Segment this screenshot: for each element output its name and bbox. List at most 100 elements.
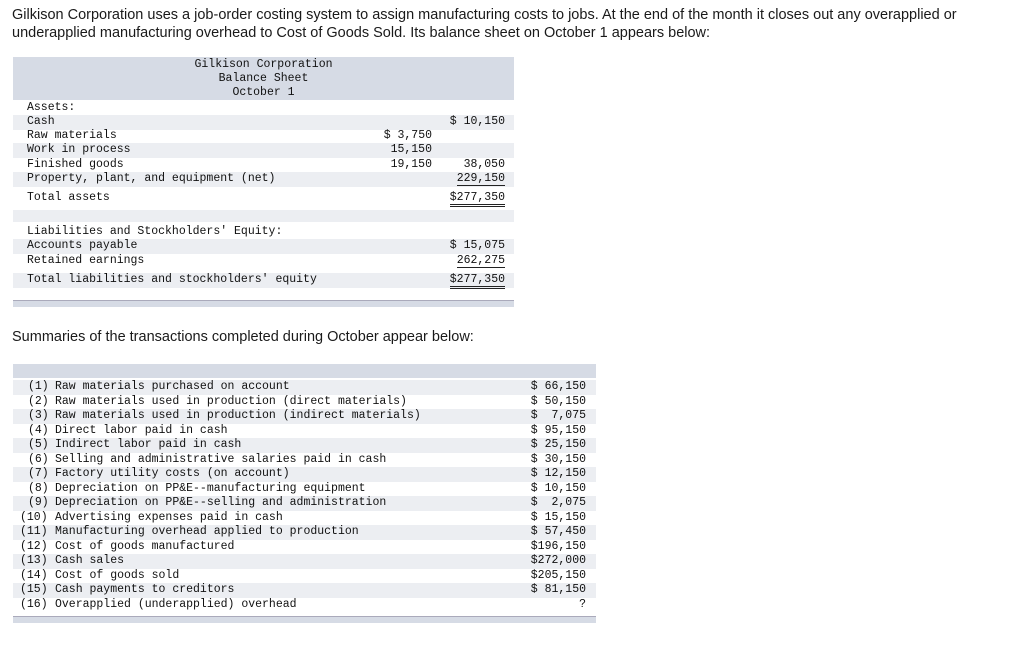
work-in-process-row: Work in process 15,150 bbox=[13, 143, 514, 158]
transaction-number: (9) bbox=[28, 496, 49, 509]
transaction-number: (5) bbox=[28, 438, 49, 451]
row-total: $ 15,075 bbox=[449, 239, 505, 252]
row-label: Total liabilities and stockholders' equi… bbox=[27, 273, 317, 286]
transaction-description: Indirect labor paid in cash bbox=[55, 438, 242, 451]
transaction-number: (6) bbox=[28, 452, 49, 466]
transaction-number: (3) bbox=[28, 409, 49, 422]
row-label: Retained earnings bbox=[27, 254, 145, 267]
transaction-row: (5) Indirect labor paid in cash $ 25,150 bbox=[13, 438, 596, 453]
transaction-amount: $ 15,150 bbox=[530, 510, 586, 524]
transaction-description: Cost of goods manufactured bbox=[55, 539, 235, 553]
balance-sheet-table: Gilkison Corporation Balance Sheet Octob… bbox=[13, 57, 514, 307]
transaction-amount: $ 2,075 bbox=[530, 496, 586, 509]
transaction-amount: $ 25,150 bbox=[530, 438, 586, 451]
transaction-description: Overapplied (underapplied) overhead bbox=[55, 597, 297, 611]
transaction-description: Selling and administrative salaries paid… bbox=[55, 452, 387, 466]
transaction-description: Depreciation on PP&E--manufacturing equi… bbox=[55, 481, 366, 495]
balance-sheet-footer bbox=[13, 300, 514, 307]
transaction-description: Cash sales bbox=[55, 554, 125, 567]
transaction-description: Raw materials used in production (indire… bbox=[55, 409, 421, 422]
transaction-number: (1) bbox=[28, 380, 49, 393]
transaction-number: (16) bbox=[20, 597, 48, 611]
assets-header-row: Assets: bbox=[13, 101, 514, 116]
transaction-amount: ? bbox=[579, 597, 586, 611]
transaction-amount: $ 12,150 bbox=[530, 467, 586, 480]
transaction-row: (7) Factory utility costs (on account) $ 1… bbox=[13, 467, 596, 482]
accounts-payable-row: Accounts payable $ 15,075 bbox=[13, 239, 514, 254]
transaction-number: (14) bbox=[20, 568, 48, 582]
transaction-description: Cost of goods sold bbox=[55, 568, 180, 582]
liabilities-header-row: Liabilities and Stockholders' Equity: bbox=[13, 225, 514, 240]
row-total: $277,350 bbox=[449, 191, 505, 207]
total-assets-row: Total assets $277,350 bbox=[13, 191, 514, 207]
transaction-row: (16) Overapplied (underapplied) overhead? bbox=[13, 598, 596, 613]
row-label: Finished goods bbox=[27, 158, 124, 171]
transaction-amount: $ 7,075 bbox=[530, 409, 586, 422]
transaction-row: (2) Raw materials used in production (dir… bbox=[13, 395, 596, 410]
row-label: Raw materials bbox=[27, 129, 117, 142]
transaction-description: Raw materials purchased on account bbox=[55, 380, 290, 393]
transaction-amount: $ 57,450 bbox=[530, 525, 586, 538]
transaction-row: (14) Cost of goods sold $205,150 bbox=[13, 569, 596, 584]
transaction-number: (15) bbox=[20, 583, 48, 596]
transaction-description: Cash payments to creditors bbox=[55, 583, 235, 596]
transaction-description: Factory utility costs (on account) bbox=[55, 467, 290, 480]
transaction-description: Raw materials used in production (direct… bbox=[55, 394, 407, 408]
transaction-row: (4) Direct labor paid in cash $ 95,150 bbox=[13, 424, 596, 439]
transaction-number: (13) bbox=[20, 554, 48, 567]
row-amount: 19,150 bbox=[390, 158, 432, 171]
assets-header: Assets: bbox=[27, 101, 76, 114]
transaction-number: (8) bbox=[28, 481, 49, 495]
row-total: 38,050 bbox=[463, 158, 505, 171]
transaction-number: (7) bbox=[28, 467, 49, 480]
transaction-row: (13) Cash sales $272,000 bbox=[13, 554, 596, 569]
row-label: Cash bbox=[27, 115, 55, 128]
transaction-number: (10) bbox=[20, 510, 48, 524]
liabilities-header: Liabilities and Stockholders' Equity: bbox=[27, 225, 283, 238]
transaction-description: Direct labor paid in cash bbox=[55, 423, 228, 437]
transaction-amount: $ 66,150 bbox=[530, 380, 586, 393]
row-amount: 15,150 bbox=[390, 143, 432, 156]
transaction-amount: $ 50,150 bbox=[530, 394, 586, 408]
cash-row: Cash $ 10,150 bbox=[13, 115, 514, 130]
balance-sheet-header: Gilkison Corporation Balance Sheet Octob… bbox=[13, 57, 514, 100]
row-total: $ 10,150 bbox=[449, 115, 505, 128]
raw-materials-row: Raw materials $ 3,750 bbox=[13, 129, 514, 144]
row-amount: $ 3,750 bbox=[383, 129, 432, 142]
company-name: Gilkison Corporation bbox=[194, 58, 333, 71]
finished-goods-row: Finished goods 19,150 38,050 bbox=[13, 158, 514, 173]
transaction-row: (6) Selling and administrative salaries p… bbox=[13, 453, 596, 468]
total-liabilities-row: Total liabilities and stockholders' equi… bbox=[13, 273, 514, 289]
transactions-table: (1) Raw materials purchased on account $ 6… bbox=[13, 364, 596, 624]
transaction-number: (12) bbox=[20, 539, 48, 553]
statement-name: Balance Sheet bbox=[218, 72, 309, 85]
transactions-footer bbox=[13, 616, 596, 623]
transaction-amount: $196,150 bbox=[530, 539, 586, 553]
row-total: 229,150 bbox=[456, 172, 505, 186]
transaction-number: (11) bbox=[20, 525, 48, 538]
row-label: Work in process bbox=[27, 143, 131, 156]
transaction-amount: $205,150 bbox=[530, 568, 586, 582]
spacer-row bbox=[13, 210, 514, 222]
transaction-row: (8) Depreciation on PP&E--manufacturing e… bbox=[13, 482, 596, 497]
transaction-row: (9) Depreciation on PP&E--selling and adm… bbox=[13, 496, 596, 511]
transactions-intro: Summaries of the transactions completed … bbox=[12, 329, 474, 345]
row-label: Total assets bbox=[27, 191, 110, 204]
statement-date: October 1 bbox=[232, 86, 295, 99]
transaction-number: (4) bbox=[28, 423, 49, 437]
transaction-description: Manufacturing overhead applied to produc… bbox=[55, 525, 359, 538]
intro-paragraph: Gilkison Corporation uses a job-order co… bbox=[12, 7, 957, 41]
row-label: Property, plant, and equipment (net) bbox=[27, 172, 276, 185]
transaction-description: Advertising expenses paid in cash bbox=[55, 510, 283, 524]
row-label: Accounts payable bbox=[27, 239, 138, 252]
transactions-header bbox=[13, 364, 596, 378]
transaction-row: (3) Raw materials used in production (ind… bbox=[13, 409, 596, 424]
transaction-row: (10) Advertising expenses paid in cash $ 1… bbox=[13, 511, 596, 526]
transaction-amount: $ 81,150 bbox=[530, 583, 586, 596]
transaction-amount: $ 30,150 bbox=[530, 452, 586, 466]
transaction-description: Depreciation on PP&E--selling and admini… bbox=[55, 496, 387, 509]
transaction-row: (11) Manufacturing overhead applied to pr… bbox=[13, 525, 596, 540]
transaction-amount: $ 95,150 bbox=[530, 423, 586, 437]
transaction-row: (1) Raw materials purchased on account $ 6… bbox=[13, 380, 596, 395]
ppe-row: Property, plant, and equipment (net) 229… bbox=[13, 172, 514, 187]
